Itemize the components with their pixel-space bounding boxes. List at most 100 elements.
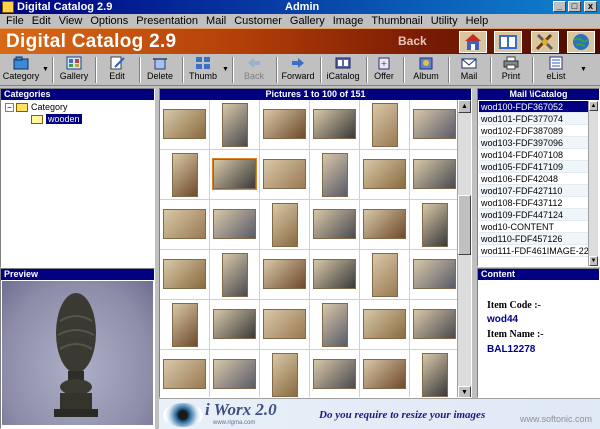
mail-catalog-item[interactable]: wod10-CONTENT xyxy=(479,221,588,233)
menu-view[interactable]: View xyxy=(55,14,87,28)
thumbnail-cell[interactable] xyxy=(260,350,310,397)
scroll-up-icon[interactable]: ▲ xyxy=(458,100,471,113)
toolbar: Category ▼ Gallery Edit Delete Thumb ▼ B… xyxy=(0,54,600,86)
edit-button[interactable]: Edit xyxy=(100,54,134,85)
thumbnail-cell[interactable] xyxy=(260,100,310,150)
menu-options[interactable]: Options xyxy=(86,14,132,28)
album-button[interactable]: Album xyxy=(408,54,444,85)
thumbnail-cell[interactable] xyxy=(310,250,360,300)
thumbnail-cell[interactable] xyxy=(410,200,460,250)
thumbnail-cell[interactable] xyxy=(360,250,410,300)
thumbnail-cell[interactable] xyxy=(310,350,360,397)
mail-button[interactable]: Mail xyxy=(452,54,486,85)
mail-catalog-item[interactable]: wod107-FDF427110 xyxy=(479,185,588,197)
tree-root[interactable]: − Category xyxy=(5,102,68,113)
back-button[interactable]: Back xyxy=(236,54,272,85)
thumbnail-cell[interactable] xyxy=(360,350,410,397)
thumbnail-cell[interactable] xyxy=(360,300,410,350)
minimize-button[interactable]: _ xyxy=(553,1,566,12)
thumbnail-cell[interactable] xyxy=(160,150,210,200)
thumbnail-cell[interactable] xyxy=(360,200,410,250)
elist-button[interactable]: eList xyxy=(536,54,576,85)
thumbnail-grid xyxy=(160,100,460,397)
thumbnail-cell[interactable] xyxy=(260,200,310,250)
thumb-dropdown-caret[interactable]: ▼ xyxy=(222,66,229,73)
print-button[interactable]: Print xyxy=(494,54,528,85)
thumbnail-cell[interactable] xyxy=(160,100,210,150)
album-icon xyxy=(419,57,433,70)
thumbnail-cell[interactable] xyxy=(360,150,410,200)
delete-button[interactable]: Delete xyxy=(143,54,177,85)
scroll-down-icon[interactable]: ▼ xyxy=(589,256,598,266)
scroll-up-icon[interactable]: ▲ xyxy=(589,101,598,111)
thumbnail-cell[interactable] xyxy=(160,350,210,397)
menu-image[interactable]: Image xyxy=(329,14,368,28)
mail-catalog-item[interactable]: wod111-FDF461IMAGE-22 xyxy=(479,245,588,257)
thumbnail-cell[interactable] xyxy=(260,300,310,350)
thumbnail-cell[interactable] xyxy=(210,150,260,200)
elist-dropdown-caret[interactable]: ▼ xyxy=(580,66,587,73)
thumbnail-cell[interactable] xyxy=(260,250,310,300)
thumbnail-cell[interactable] xyxy=(210,300,260,350)
mail-catalog-item[interactable]: wod101-FDF377074 xyxy=(479,113,588,125)
thumb-button[interactable]: Thumb xyxy=(186,54,220,85)
tree-item-wooden[interactable]: wooden xyxy=(31,114,82,125)
menu-help[interactable]: Help xyxy=(462,14,493,28)
banner-back-link[interactable]: Back xyxy=(398,34,427,48)
mail-catalog-item[interactable]: wod106-FDF42048 xyxy=(479,173,588,185)
thumbnail-cell[interactable] xyxy=(210,250,260,300)
thumbnail-cell[interactable] xyxy=(260,150,310,200)
mail-list-scrollbar[interactable]: ▲ ▼ xyxy=(588,101,598,266)
thumbnail-cell[interactable] xyxy=(310,100,360,150)
thumbnail-cell[interactable] xyxy=(160,250,210,300)
thumbnail-cell[interactable] xyxy=(310,300,360,350)
menu-gallery[interactable]: Gallery xyxy=(286,14,329,28)
thumbnail-cell[interactable] xyxy=(160,300,210,350)
menu-utility[interactable]: Utility xyxy=(427,14,462,28)
thumbnail-cell[interactable] xyxy=(410,150,460,200)
thumbnail-cell[interactable] xyxy=(410,250,460,300)
thumbnail-cell[interactable] xyxy=(210,100,260,150)
mail-catalog-item[interactable]: wod104-FDF407108 xyxy=(479,149,588,161)
thumbnail-cell[interactable] xyxy=(210,350,260,397)
thumbnail-cell[interactable] xyxy=(360,100,410,150)
icatalog-button[interactable]: iCatalog xyxy=(324,54,362,85)
forward-button[interactable]: Forward xyxy=(280,54,316,85)
mail-catalog-item[interactable]: wod110-FDF457126 xyxy=(479,233,588,245)
maximize-button[interactable]: □ xyxy=(568,1,581,12)
close-button[interactable]: x xyxy=(584,1,597,12)
mail-catalog-item[interactable]: wod100-FDF367052 xyxy=(479,101,588,113)
thumbnail-cell[interactable] xyxy=(410,300,460,350)
offer-button[interactable]: + Offer xyxy=(368,54,400,85)
menu-presentation[interactable]: Presentation xyxy=(132,14,202,28)
mail-catalog-item[interactable]: wod103-FDF397096 xyxy=(479,137,588,149)
menu-edit[interactable]: Edit xyxy=(28,14,55,28)
globe-icon[interactable] xyxy=(567,31,595,53)
thumbnail-cell[interactable] xyxy=(310,150,360,200)
scroll-thumb[interactable] xyxy=(458,195,471,255)
mail-catalog-item[interactable]: wod108-FDF437112 xyxy=(479,197,588,209)
gallery-button[interactable]: Gallery xyxy=(57,54,91,85)
thumbnail-cell[interactable] xyxy=(160,200,210,250)
tools-icon[interactable] xyxy=(531,31,559,53)
menu-thumbnail[interactable]: Thumbnail xyxy=(367,14,426,28)
scroll-down-icon[interactable]: ▼ xyxy=(458,386,471,397)
ad-banner[interactable]: i Worx 2.0 www.rigma.com Do you require … xyxy=(159,398,600,429)
menu-mail[interactable]: Mail xyxy=(202,14,230,28)
collapse-icon[interactable]: − xyxy=(5,103,14,113)
home-icon[interactable] xyxy=(459,31,487,53)
menu-customer[interactable]: Customer xyxy=(230,14,286,28)
category-button[interactable]: Category xyxy=(2,54,40,85)
ad-tagline: Do you require to resize your images xyxy=(319,409,486,421)
mail-catalog-item[interactable]: wod102-FDF387089 xyxy=(479,125,588,137)
mail-catalog-item[interactable]: wod109-FDF447124 xyxy=(479,209,588,221)
thumbnail-cell[interactable] xyxy=(410,100,460,150)
mail-catalog-item[interactable]: wod105-FDF417109 xyxy=(479,161,588,173)
thumbnail-cell[interactable] xyxy=(410,350,460,397)
category-dropdown-caret[interactable]: ▼ xyxy=(42,66,49,73)
grid-scrollbar[interactable]: ▲ ▼ xyxy=(457,100,471,397)
menu-file[interactable]: File xyxy=(2,14,28,28)
thumbnail-cell[interactable] xyxy=(210,200,260,250)
thumbnail-cell[interactable] xyxy=(310,200,360,250)
book-icon[interactable] xyxy=(494,31,522,53)
